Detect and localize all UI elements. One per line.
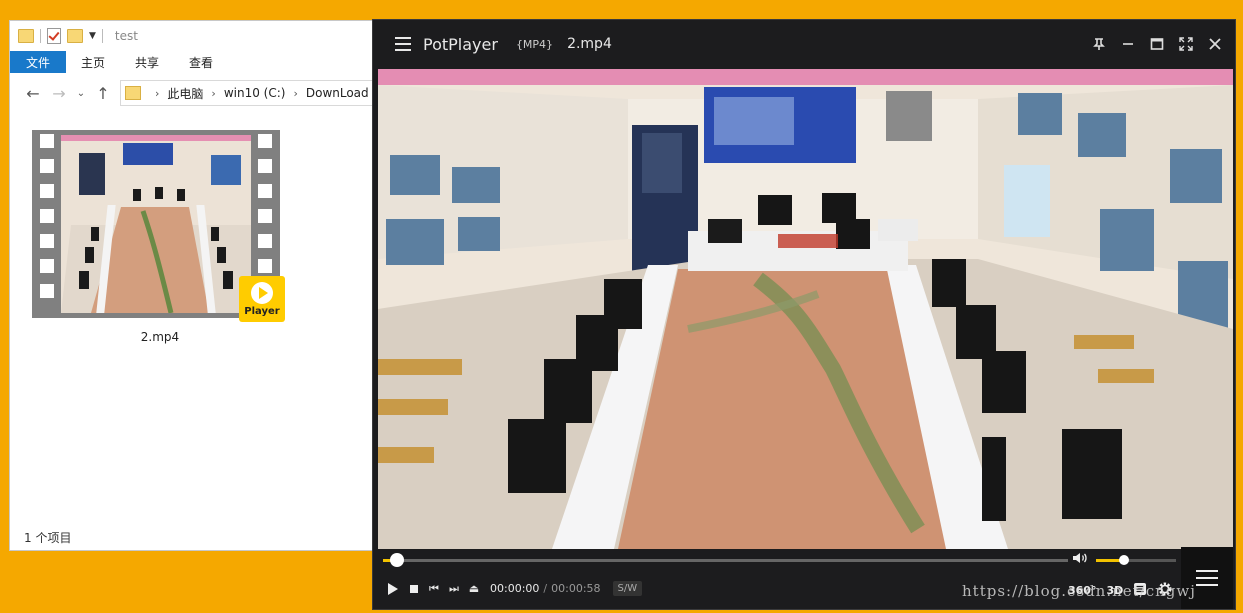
window-controls — [1084, 29, 1229, 59]
play-icon[interactable] — [388, 582, 398, 595]
playback-controls: ⏮ ⏭ ⏏ 00:00:00 / 00:00:58 S/W — [378, 581, 643, 596]
minimize-icon[interactable] — [1113, 29, 1142, 59]
thumbnail-frame — [61, 135, 251, 313]
film-strip-holes — [258, 134, 274, 298]
breadcrumb-drive[interactable]: win10 (C:) — [224, 86, 286, 100]
explorer-titlebar: ▼ test — [10, 21, 380, 51]
tab-file[interactable]: 文件 — [10, 51, 66, 73]
next-icon[interactable]: ⏭ — [444, 582, 464, 596]
volume-handle[interactable] — [1119, 555, 1129, 565]
chevron-right-icon[interactable]: › — [293, 87, 297, 100]
seek-handle[interactable] — [389, 553, 404, 567]
time-separator: / — [543, 582, 548, 595]
previous-icon[interactable]: ⏮ — [424, 582, 444, 596]
app-name: PotPlayer — [423, 34, 498, 54]
fullscreen-icon[interactable] — [1171, 29, 1200, 59]
status-bar-item-count: 1 个项目 — [24, 531, 72, 545]
volume-slider[interactable] — [1096, 555, 1176, 565]
window-title: test — [114, 29, 138, 43]
video-image — [378, 69, 1233, 549]
chevron-down-icon[interactable]: ⌄ — [72, 88, 90, 99]
divider — [101, 29, 103, 43]
forward-arrow-icon[interactable]: → — [46, 84, 72, 103]
folder-icon[interactable] — [18, 29, 34, 43]
tab-home[interactable]: 主页 — [66, 51, 120, 73]
film-strip-holes — [40, 134, 56, 298]
up-arrow-icon[interactable]: ↑ — [90, 84, 116, 103]
menu-icon[interactable] — [395, 37, 411, 51]
thumbnail-image — [61, 135, 251, 313]
eject-icon[interactable]: ⏏ — [464, 582, 484, 595]
breadcrumb[interactable]: › 此电脑 › win10 (C:) › DownLoad — [120, 80, 380, 106]
chevron-down-icon[interactable]: ▼ — [89, 31, 96, 41]
file-name: 2.mp4 — [140, 330, 180, 344]
tab-share[interactable]: 共享 — [120, 51, 174, 73]
playlist-icon — [1196, 570, 1218, 586]
breadcrumb-this-pc[interactable]: 此电脑 — [167, 85, 203, 102]
format-label: {MP4} — [515, 37, 554, 51]
chevron-right-icon[interactable]: › — [211, 87, 215, 100]
file-title: 2.mp4 — [567, 36, 612, 52]
watermark-text: https://blog.csdn.net/cngwj — [962, 582, 1196, 600]
tab-view[interactable]: 查看 — [174, 51, 228, 73]
new-folder-icon[interactable] — [67, 29, 83, 43]
divider — [40, 29, 41, 43]
pin-icon[interactable] — [1084, 29, 1113, 59]
potplayer-window: PotPlayer {MP4} 2.mp4 ⏮ ⏭ ⏏ 00:00:00 / 0… — [372, 19, 1236, 610]
file-explorer-window: ▼ test 文件 主页 共享 查看 ← → ⌄ ↑ › 此电脑 › win10… — [9, 20, 381, 551]
player-titlebar: PotPlayer {MP4} 2.mp4 — [373, 20, 1235, 68]
file-area: Player 2.mp4 — [10, 114, 380, 524]
volume-icon[interactable] — [1072, 551, 1088, 569]
folder-icon — [125, 86, 141, 100]
ribbon-tabs: 文件 主页 共享 查看 — [10, 51, 380, 73]
sw-decoder-button[interactable]: S/W — [612, 581, 643, 596]
breadcrumb-download[interactable]: DownLoad — [306, 86, 369, 100]
back-arrow-icon[interactable]: ← — [20, 84, 46, 103]
total-time: 00:00:58 — [551, 582, 601, 595]
maximize-icon[interactable] — [1142, 29, 1171, 59]
potplayer-badge: Player — [239, 276, 285, 322]
video-frame[interactable] — [378, 69, 1233, 549]
play-icon — [251, 281, 273, 304]
seek-bar[interactable] — [383, 553, 1068, 567]
stop-icon[interactable] — [410, 584, 418, 593]
address-bar-row: ← → ⌄ ↑ › 此电脑 › win10 (C:) › DownLoad — [10, 73, 380, 113]
close-icon[interactable] — [1200, 29, 1229, 59]
current-time: 00:00:00 — [490, 582, 540, 595]
properties-icon[interactable] — [47, 28, 61, 44]
chevron-right-icon[interactable]: › — [155, 87, 159, 100]
badge-label: Player — [244, 305, 280, 317]
